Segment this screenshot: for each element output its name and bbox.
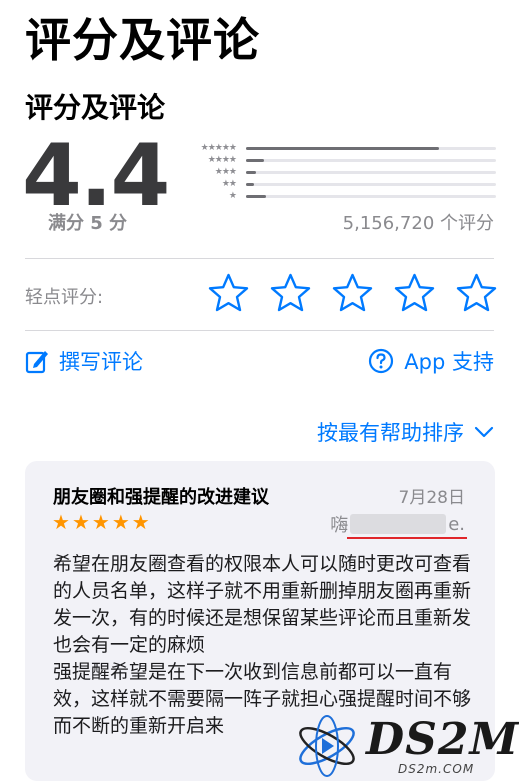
author-name-prefix: 嗨 <box>330 515 349 536</box>
histogram-star-label: ★ <box>228 190 237 201</box>
red-underline-mark <box>347 537 467 539</box>
histogram-fill <box>246 170 256 174</box>
ratings-section-title: 评分及评论 <box>25 91 166 124</box>
histogram-track <box>246 194 496 198</box>
write-review-button[interactable]: 撰写评论 <box>25 346 143 376</box>
histogram-fill <box>246 146 439 150</box>
histogram-track <box>246 182 496 186</box>
watermark-url: DS2m.COM <box>398 762 475 776</box>
watermark-text: DS2M <box>366 714 519 765</box>
tap-to-rate-stars <box>207 272 498 315</box>
write-review-label: 撰写评论 <box>59 350 143 374</box>
histogram-star-label: ★★ <box>221 178 237 189</box>
histogram-fill <box>246 158 264 162</box>
histogram-row: ★★★★★ <box>188 143 496 153</box>
star-outline-icon[interactable] <box>455 272 498 315</box>
histogram-row: ★★★★ <box>188 155 496 165</box>
histogram-star-label: ★★★★ <box>207 154 237 165</box>
sort-label: 按最有帮助排序 <box>317 421 464 445</box>
review-author: 嗨 e. <box>330 511 465 537</box>
app-support-label: App 支持 <box>404 350 494 374</box>
page-header-title: 评分及评论 <box>25 13 260 67</box>
histogram-fill <box>246 182 254 186</box>
histogram-track <box>246 146 496 150</box>
histogram-track <box>246 170 496 174</box>
watermark: DS2M DS2m.COM <box>288 712 519 781</box>
histogram-row: ★ <box>188 191 496 201</box>
author-name-suffix: e. <box>448 513 465 535</box>
histogram-fill <box>246 194 266 198</box>
app-support-button[interactable]: App 支持 <box>368 346 494 376</box>
review-title: 朋友圈和强提醒的改进建议 <box>53 487 269 508</box>
review-paragraph: 希望在朋友圈查看的权限本人可以随时更改可查看的人员名单，这样子就不用重新删掉朋友… <box>53 553 472 656</box>
star-outline-icon[interactable] <box>269 272 312 315</box>
star-filled-icon: ★ <box>91 510 110 534</box>
rating-histogram: ★★★★★ ★★★★ ★★★ ★★ ★ <box>188 143 496 203</box>
histogram-row: ★★★ <box>188 167 496 177</box>
sort-button[interactable]: 按最有帮助排序 <box>317 417 494 447</box>
histogram-row: ★★ <box>188 179 496 189</box>
star-filled-icon: ★ <box>131 510 150 534</box>
rating-count: 5,156,720 个评分 <box>342 213 494 234</box>
star-outline-icon[interactable] <box>207 272 250 315</box>
histogram-track <box>246 158 496 162</box>
compose-icon <box>25 351 48 374</box>
star-outline-icon[interactable] <box>393 272 436 315</box>
star-filled-icon: ★ <box>71 510 90 534</box>
star-filled-icon: ★ <box>52 510 70 534</box>
star-outline-icon[interactable] <box>331 272 374 315</box>
review-star-rating: ★ ★ ★ ★ ★ <box>52 512 150 532</box>
atom-logo-icon <box>299 715 355 777</box>
tap-to-rate-label: 轻点评分: <box>25 287 104 308</box>
star-filled-icon: ★ <box>111 510 130 534</box>
histogram-star-label: ★★★★★ <box>200 142 237 153</box>
divider <box>25 258 494 259</box>
out-of-label: 满分 5 分 <box>48 213 128 234</box>
redacted-name-blur <box>350 514 447 534</box>
review-date: 7月28日 <box>398 488 465 508</box>
divider <box>25 330 494 331</box>
chevron-down-icon <box>474 426 494 438</box>
histogram-star-label: ★★★ <box>214 166 237 177</box>
question-circle-icon <box>369 348 394 374</box>
